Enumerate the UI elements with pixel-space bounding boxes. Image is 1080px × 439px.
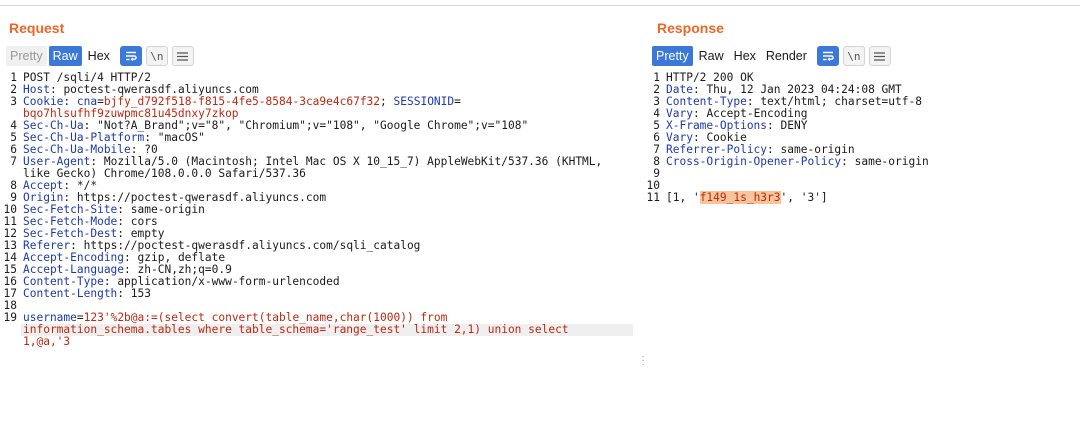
response-tab-render[interactable]: Render — [762, 46, 811, 66]
request-line: 17 Content-Length: 153 — [3, 287, 151, 300]
request-pane: Request Pretty Raw Hex \n 1 POST /sqli/4 … — [0, 6, 640, 439]
response-pane: Response Pretty Raw Hex Render \n 1 HTTP/… — [645, 6, 1080, 439]
request-body-line-current: information_schema.tables where table_sc… — [21, 324, 633, 336]
newline-icon[interactable]: \n — [145, 46, 168, 66]
response-viewer[interactable]: 1 HTTP/2 200 OK 2 Date: Thu, 12 Jan 2023 0… — [645, 72, 1080, 204]
request-tab-pretty[interactable]: Pretty — [6, 46, 47, 66]
response-title: Response — [657, 20, 724, 36]
response-line: 9 — [653, 167, 660, 180]
response-toolbar: Pretty Raw Hex Render \n — [652, 46, 891, 66]
response-body-line: 11 [1, 'f149_1s_h3r3', '3'] — [646, 191, 828, 204]
menu-icon[interactable] — [171, 46, 194, 66]
wrap-lines-icon[interactable] — [816, 46, 839, 66]
response-tab-pretty[interactable]: Pretty — [652, 46, 693, 66]
request-editor[interactable]: 1 POST /sqli/4 HTTP/2 2 Host: poctest-qwer… — [0, 72, 640, 348]
menu-icon[interactable] — [868, 46, 891, 66]
request-tab-raw[interactable]: Raw — [48, 46, 82, 66]
request-tab-hex[interactable]: Hex — [84, 46, 114, 66]
response-line: 8 Cross-Origin-Opener-Policy: same-origin — [653, 155, 929, 168]
request-toolbar: Pretty Raw Hex \n — [6, 46, 194, 66]
response-tab-hex[interactable]: Hex — [730, 46, 760, 66]
request-title: Request — [9, 20, 65, 36]
newline-icon[interactable]: \n — [842, 46, 865, 66]
request-body-line: 1,@a,'3 — [23, 335, 71, 348]
wrap-lines-icon[interactable] — [119, 46, 142, 66]
search-match-highlight: f149_1s_h3r3 — [699, 191, 781, 204]
response-tab-raw[interactable]: Raw — [695, 46, 728, 66]
